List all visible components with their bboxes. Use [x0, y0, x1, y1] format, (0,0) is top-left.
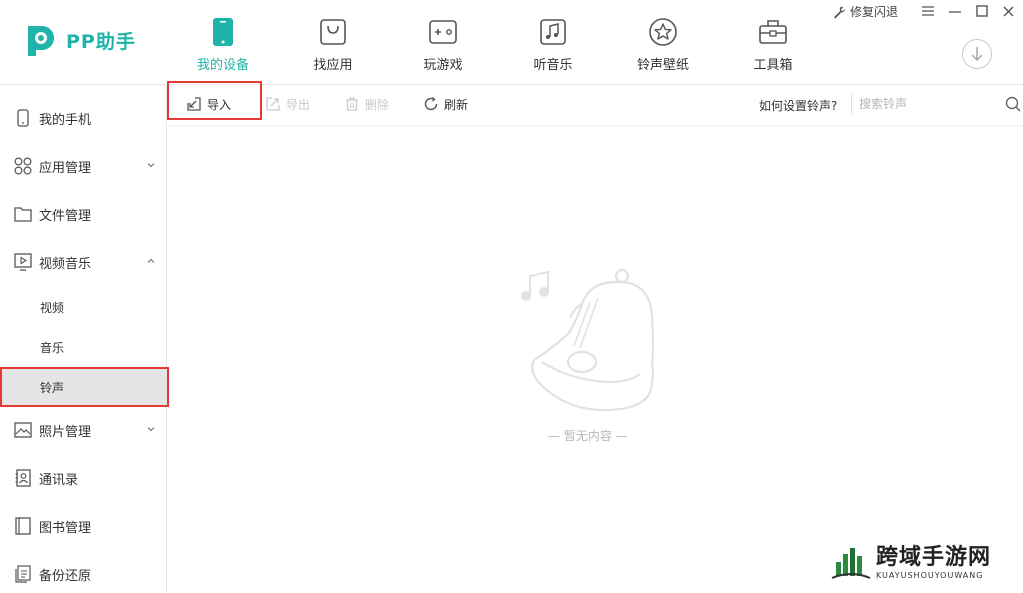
delete-button[interactable]: 删除: [345, 86, 389, 122]
trash-icon: [346, 97, 358, 111]
sidebar-item-my-phone[interactable]: 我的手机: [0, 98, 166, 138]
sidebar-subitem-label: 音乐: [40, 340, 65, 355]
sidebar-subitem-video[interactable]: 视频: [0, 288, 166, 326]
menu-icon: [921, 6, 934, 16]
sidebar-item-label: 文件管理: [39, 208, 92, 224]
nav-label: 找应用: [313, 58, 353, 73]
chevron-up-icon: [147, 258, 155, 263]
chevron-down-icon: [147, 163, 155, 168]
apps-icon: [13, 156, 33, 176]
nav-label: 铃声壁纸: [636, 58, 689, 73]
close-icon: [1003, 6, 1014, 16]
sidebar-item-label: 备份还原: [39, 568, 92, 584]
top-bar: PP助手 我的设备 找应用 玩游戏 听音乐 铃声壁纸 工具箱 修复闪退: [0, 0, 1023, 85]
backup-icon: [13, 564, 33, 584]
search-divider: [851, 93, 852, 115]
app-logo: PP助手: [22, 22, 136, 58]
nav-find-apps[interactable]: 找应用: [278, 0, 388, 85]
maximize-button[interactable]: [968, 0, 995, 22]
search-icon[interactable]: [1005, 96, 1021, 112]
app-name: PP助手: [66, 30, 136, 53]
close-button[interactable]: [995, 0, 1022, 22]
sidebar-item-label: 照片管理: [39, 424, 92, 440]
music-icon: [538, 16, 568, 48]
minimize-button[interactable]: [941, 0, 968, 22]
sidebar-item-contacts[interactable]: 通讯录: [0, 458, 166, 498]
watermark-subtitle: KUAYUSHOUYOUWANG: [876, 571, 984, 580]
toolbox-icon: [758, 16, 788, 48]
wrench-icon: [834, 6, 846, 18]
download-arrow-icon: [971, 47, 983, 62]
refresh-button[interactable]: 刷新: [424, 86, 468, 122]
photo-icon: [13, 420, 33, 440]
chevron-down-icon: [147, 427, 155, 432]
main-nav: 我的设备 找应用 玩游戏 听音乐 铃声壁纸 工具箱: [168, 0, 828, 85]
minimize-icon: [948, 11, 961, 13]
empty-state-text: — 暂无内容 —: [548, 429, 628, 443]
highlight-import: [167, 81, 262, 120]
book-icon: [13, 516, 33, 536]
sidebar-subitem-label: 视频: [40, 300, 65, 315]
export-icon: [266, 97, 280, 111]
repair-label: 修复闪退: [850, 5, 899, 19]
phone-icon: [13, 108, 33, 128]
nav-toolbox[interactable]: 工具箱: [718, 0, 828, 85]
watermark: 跨域手游网 KUAYUSHOUYOUWANG: [830, 542, 991, 584]
sidebar-item-app-management[interactable]: 应用管理: [0, 146, 166, 186]
export-label: 导出: [286, 97, 311, 112]
sidebar-item-label: 图书管理: [39, 520, 92, 536]
download-manager-button[interactable]: [962, 39, 992, 69]
nav-label: 我的设备: [196, 58, 249, 73]
sidebar-subitem-music[interactable]: 音乐: [0, 328, 166, 366]
toolbar: 导入 导出 删除 刷新 如何设置铃声?: [167, 86, 1023, 126]
gamepad-icon: [428, 16, 458, 48]
folder-icon: [13, 204, 33, 224]
search-ringtone-input[interactable]: [859, 94, 999, 114]
menu-button[interactable]: [914, 0, 941, 22]
nav-my-device[interactable]: 我的设备: [168, 0, 278, 85]
how-to-set-ringtone-link[interactable]: 如何设置铃声?: [759, 97, 837, 114]
sidebar-item-file-management[interactable]: 文件管理: [0, 194, 166, 234]
contacts-icon: [13, 468, 33, 488]
nav-label: 工具箱: [753, 58, 793, 73]
nav-play-games[interactable]: 玩游戏: [388, 0, 498, 85]
empty-bell-illustration: [510, 262, 670, 426]
nav-label: 听音乐: [533, 58, 573, 73]
video-icon: [13, 252, 33, 272]
nav-label: 玩游戏: [423, 58, 463, 73]
export-button[interactable]: 导出: [266, 86, 310, 122]
bag-icon: [318, 16, 348, 48]
pp-logo-icon: [28, 26, 54, 56]
watermark-title: 跨域手游网: [876, 545, 992, 570]
sidebar-item-book-management[interactable]: 图书管理: [0, 506, 166, 546]
bell-icon: [521, 268, 655, 412]
nav-music[interactable]: 听音乐: [498, 0, 608, 85]
maximize-icon: [975, 5, 988, 17]
refresh-label: 刷新: [444, 97, 469, 112]
sidebar-item-label: 通讯录: [39, 472, 79, 488]
window-controls: [914, 0, 1022, 22]
watermark-logo-icon: [831, 548, 871, 579]
phone-icon: [208, 16, 238, 48]
sidebar-item-label: 视频音乐: [39, 256, 92, 272]
sidebar-item-photo-management[interactable]: 照片管理: [0, 410, 166, 450]
star-icon: [648, 16, 678, 48]
sidebar: 我的手机 应用管理 文件管理 视频音乐 视频 音乐 铃声 照片管理 通讯录 图书…: [0, 86, 167, 593]
sidebar-item-video-music[interactable]: 视频音乐: [0, 242, 166, 282]
sidebar-item-backup-restore[interactable]: 备份还原: [0, 554, 166, 593]
repair-crash-button[interactable]: 修复闪退: [832, 3, 898, 20]
nav-ringtones-wallpapers[interactable]: 铃声壁纸: [608, 0, 718, 85]
sidebar-item-label: 我的手机: [39, 112, 92, 128]
sidebar-item-label: 应用管理: [39, 160, 92, 176]
highlight-ringtones: [0, 367, 169, 407]
refresh-icon: [424, 97, 438, 111]
delete-label: 删除: [365, 97, 390, 112]
